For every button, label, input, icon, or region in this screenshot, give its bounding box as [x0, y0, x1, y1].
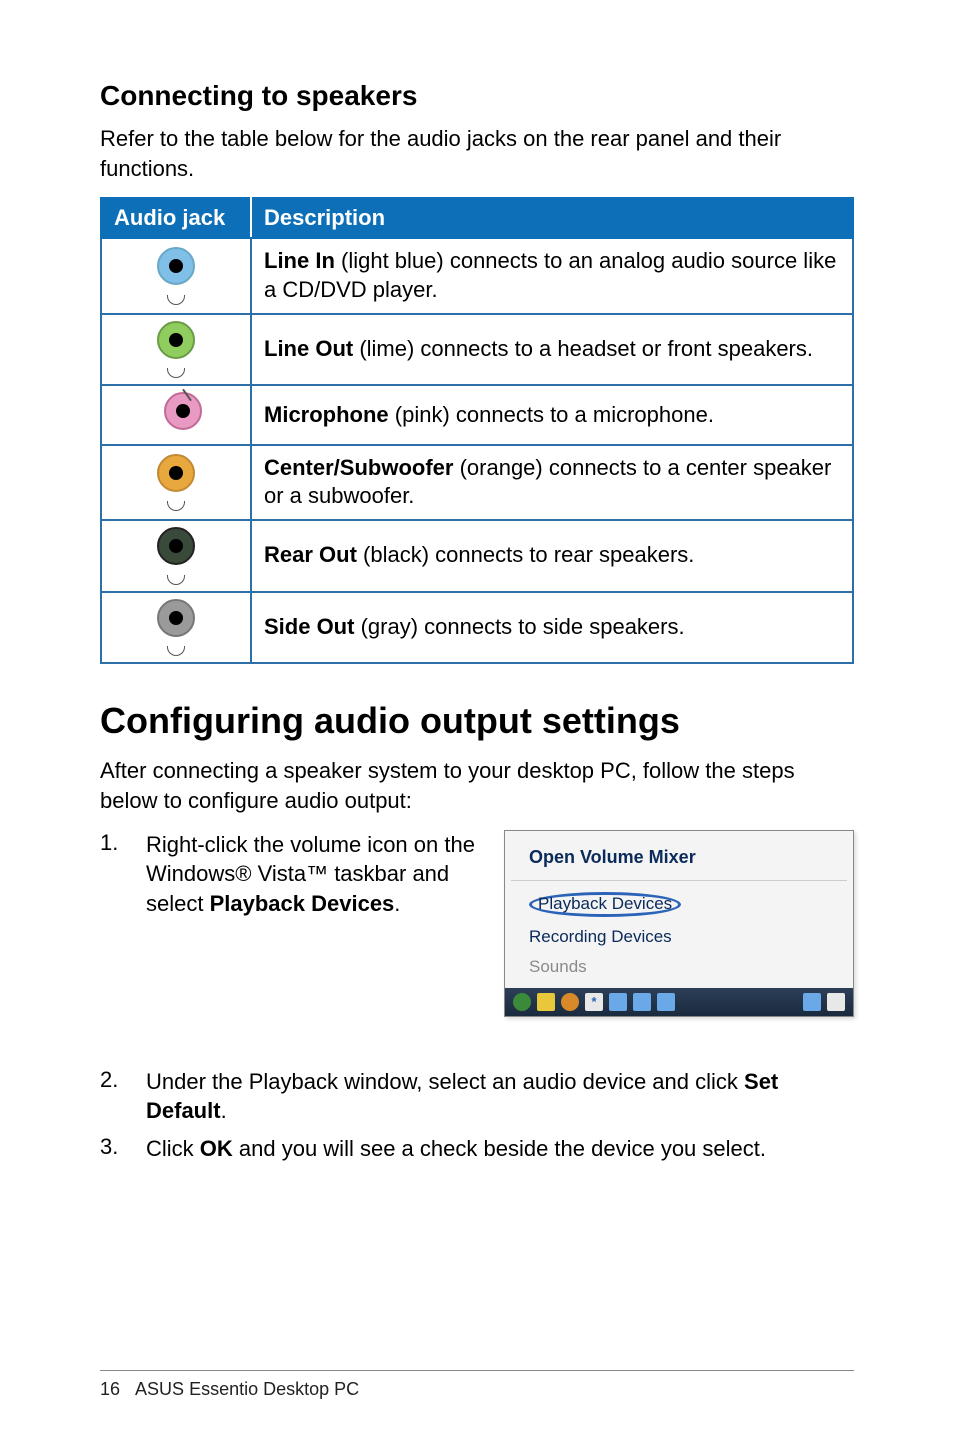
- step-number: 1.: [100, 830, 128, 1017]
- tray-icon: [537, 993, 555, 1011]
- connecting-intro: Refer to the table below for the audio j…: [100, 124, 854, 183]
- desc-bold: Line In: [264, 248, 335, 273]
- audio-jack-table: Audio jack Description Line In (light bl…: [100, 197, 854, 664]
- menu-separator: [511, 880, 847, 881]
- table-row: Side Out (gray) connects to side speaker…: [101, 592, 853, 664]
- table-header-desc: Description: [251, 198, 853, 238]
- step-number: 3.: [100, 1134, 128, 1160]
- line-in-jack-icon: [157, 247, 195, 305]
- table-row: Line Out (lime) connects to a headset or…: [101, 314, 853, 386]
- desc-text: (light blue) connects to an analog audio…: [264, 248, 836, 302]
- taskbar-screenshot: *: [505, 988, 853, 1016]
- configuring-heading: Configuring audio output settings: [100, 700, 854, 742]
- rear-out-jack-icon: [157, 527, 195, 585]
- table-row: Microphone (pink) connects to a micropho…: [101, 385, 853, 445]
- network-icon: [803, 993, 821, 1011]
- step-1-text: Right-click the volume icon on the Windo…: [146, 830, 480, 1017]
- footer-text: ASUS Essentio Desktop PC: [135, 1379, 359, 1399]
- desc-text: (gray) connects to side speakers.: [354, 614, 684, 639]
- configuring-intro: After connecting a speaker system to you…: [100, 756, 854, 815]
- tray-icon: [609, 993, 627, 1011]
- desc-bold: Rear Out: [264, 542, 357, 567]
- desc-text: (lime) connects to a headset or front sp…: [353, 336, 813, 361]
- desc-bold: Side Out: [264, 614, 354, 639]
- tray-icon: [657, 993, 675, 1011]
- step-number: 2.: [100, 1067, 128, 1093]
- bluetooth-icon: *: [585, 993, 603, 1011]
- menu-sounds: Sounds: [505, 952, 853, 982]
- tray-icon: [561, 993, 579, 1011]
- side-out-jack-icon: [157, 599, 195, 657]
- desc-bold: Center/Subwoofer: [264, 455, 453, 480]
- tray-icon: [633, 993, 651, 1011]
- table-row: Center/Subwoofer (orange) connects to a …: [101, 445, 853, 520]
- table-row: Line In (light blue) connects to an anal…: [101, 238, 853, 313]
- connecting-heading: Connecting to speakers: [100, 80, 854, 112]
- desc-bold: Line Out: [264, 336, 353, 361]
- page-number: 16: [100, 1379, 120, 1399]
- context-menu-screenshot: Open Volume Mixer Playback Devices Recor…: [504, 830, 854, 1017]
- menu-recording-devices: Recording Devices: [505, 922, 853, 952]
- table-row: Rear Out (black) connects to rear speake…: [101, 520, 853, 592]
- step-2-text: Under the Playback window, select an aud…: [146, 1067, 854, 1126]
- desc-bold: Microphone: [264, 402, 389, 427]
- page-footer: 16 ASUS Essentio Desktop PC: [100, 1370, 854, 1400]
- center-subwoofer-jack-icon: [157, 454, 195, 512]
- step-3-text: Click OK and you will see a check beside…: [146, 1134, 854, 1164]
- microphone-jack-icon: [157, 392, 195, 438]
- table-header-jack: Audio jack: [101, 198, 251, 238]
- line-out-jack-icon: [157, 321, 195, 379]
- desc-text: (pink) connects to a microphone.: [389, 402, 714, 427]
- menu-open-volume-mixer: Open Volume Mixer: [505, 837, 853, 880]
- menu-playback-devices: Playback Devices: [505, 887, 853, 922]
- tray-icon: [513, 993, 531, 1011]
- volume-icon: [827, 993, 845, 1011]
- desc-text: (black) connects to rear speakers.: [357, 542, 694, 567]
